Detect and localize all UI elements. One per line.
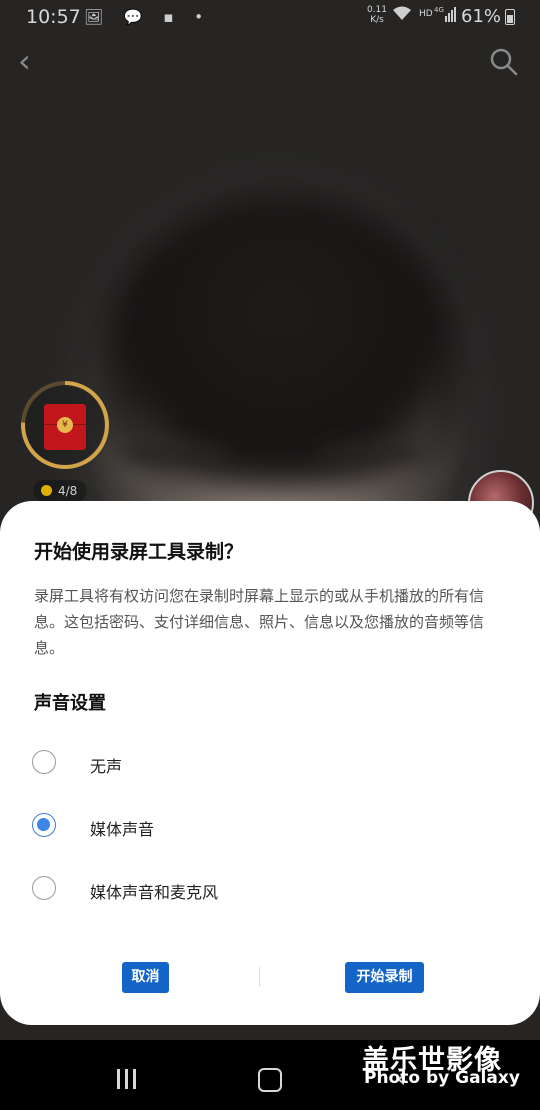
screen-record-dialog: 开始使用录屏工具录制？ 录屏工具将有权访问您在录制时屏幕上显示的或从手机播放的所… — [0, 501, 540, 1025]
left-brow-blur — [120, 440, 230, 466]
network-speed-unit: K/s — [370, 15, 384, 25]
recents-icon[interactable] — [117, 1069, 139, 1089]
network-speed: 0.11 K/s — [366, 5, 388, 25]
signal-label: 4G — [434, 6, 444, 14]
recents-bar — [117, 1069, 120, 1089]
sound-settings-title: 声音设置 — [34, 693, 106, 714]
recents-bar — [125, 1069, 128, 1089]
red-packet-widget[interactable]: ¥ — [20, 380, 110, 470]
option-media-sound-label: 媒体声音 — [90, 820, 155, 839]
red-packet-seal: ¥ — [57, 417, 73, 433]
watermark-subtitle: Photo by Galaxy — [364, 1068, 520, 1088]
home-icon[interactable] — [258, 1068, 282, 1092]
network-type: HD — [419, 9, 433, 19]
radio-media-and-mic[interactable] — [32, 876, 56, 900]
cancel-button[interactable]: 取消 — [122, 962, 169, 993]
battery-percent: 61% — [461, 6, 502, 27]
recents-bar — [133, 1069, 136, 1089]
option-silent-label: 无声 — [90, 757, 123, 776]
option-silent[interactable]: 无声 — [30, 742, 330, 786]
status-bar: 10:57 🖼 💬 ▪ • 0.11 K/s HD 4G 61% — [0, 0, 540, 34]
search-icon[interactable] — [490, 48, 518, 76]
button-divider — [259, 967, 260, 987]
option-media-and-mic-label: 媒体声音和麦克风 — [90, 883, 219, 902]
notification-icons: 🖼 💬 ▪ • — [84, 8, 212, 26]
dialog-title: 开始使用录屏工具录制？ — [34, 541, 244, 563]
red-packet-icon: ¥ — [44, 404, 86, 450]
radio-media-sound[interactable] — [32, 813, 56, 837]
coin-counter: 4/8 — [33, 480, 88, 502]
status-time: 10:57 — [26, 6, 81, 28]
option-media-and-mic[interactable]: 媒体声音和麦克风 — [30, 868, 330, 912]
back-icon[interactable]: ‹ — [18, 44, 48, 78]
wifi-icon — [392, 6, 412, 26]
radio-silent[interactable] — [32, 750, 56, 774]
dialog-body: 录屏工具将有权访问您在录制时屏幕上显示的或从手机播放的所有信息。这包括密码、支付… — [34, 587, 485, 657]
network-speed-value: 0.11 — [366, 5, 388, 15]
option-media-sound[interactable]: 媒体声音 — [30, 805, 330, 849]
start-recording-button[interactable]: 开始录制 — [345, 962, 424, 993]
signal-icon: 4G — [434, 5, 456, 27]
coin-icon — [41, 485, 52, 496]
coin-counter-text: 4/8 — [58, 484, 78, 498]
battery-icon — [505, 9, 515, 25]
right-brow-blur — [315, 440, 425, 466]
video-background: 10:57 🖼 💬 ▪ • 0.11 K/s HD 4G 61% ‹ ¥ 4/8… — [0, 0, 540, 1110]
